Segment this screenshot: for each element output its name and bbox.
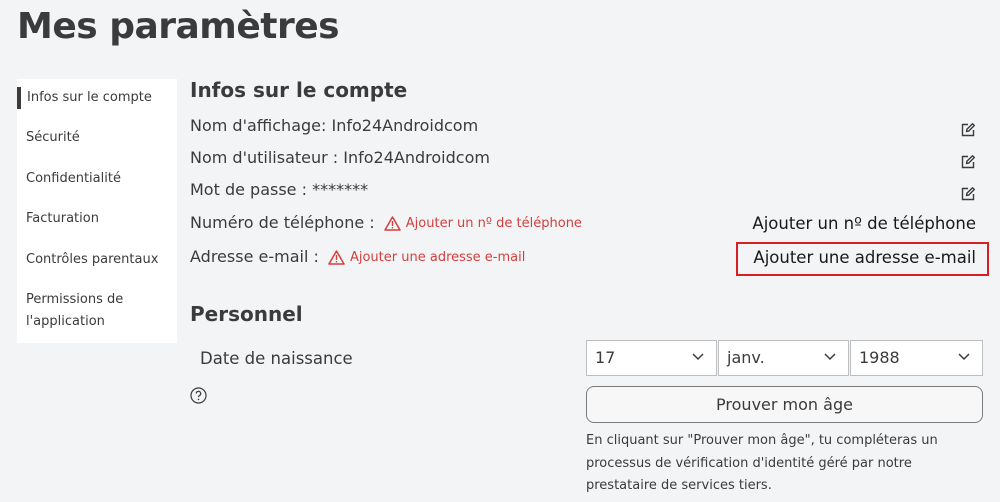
email-warning-text: Ajouter une adresse e-mail (349, 250, 526, 265)
birthdate-label: Date de naissance (200, 349, 353, 368)
password-label: Mot de passe : ******* (190, 180, 369, 199)
birth-year-value: 1988 (859, 348, 900, 367)
sidebar-item-security[interactable]: Sécurité (17, 127, 177, 149)
help-icon[interactable] (190, 387, 207, 404)
edit-username-icon[interactable] (960, 154, 976, 170)
prove-age-button[interactable]: Prouver mon âge (586, 386, 983, 423)
birth-month-select[interactable]: janv. (718, 340, 849, 376)
display-name-label: Nom d'affichage: Info24Androidcom (190, 116, 479, 135)
birth-month-value: janv. (727, 348, 765, 367)
birth-day-select[interactable]: 17 (586, 340, 717, 376)
add-phone-button[interactable]: Ajouter un nº de téléphone (752, 214, 976, 233)
edit-display-name-icon[interactable] (960, 122, 976, 138)
warning-icon (328, 250, 345, 265)
phone-label: Numéro de téléphone : (190, 213, 375, 232)
email-row: Adresse e-mail : Ajouter une adresse e-m… (190, 247, 525, 266)
phone-warning-text: Ajouter un nº de téléphone (405, 216, 582, 231)
personal-heading: Personnel (190, 302, 303, 326)
sidebar-item-parental-controls[interactable]: Contrôles parentaux (17, 249, 177, 271)
add-email-button[interactable]: Ajouter une adresse e-mail (753, 248, 976, 267)
settings-sidebar: Infos sur le compte Sécurité Confidentia… (17, 79, 177, 343)
chevron-down-icon (958, 353, 970, 361)
sidebar-item-billing[interactable]: Facturation (17, 208, 177, 230)
account-info-heading: Infos sur le compte (190, 78, 408, 102)
birth-day-value: 17 (595, 348, 616, 367)
sidebar-item-account-info[interactable]: Infos sur le compte (17, 87, 177, 109)
email-label: Adresse e-mail : (190, 247, 319, 266)
warning-icon (384, 216, 401, 231)
phone-row: Numéro de téléphone : Ajouter un nº de t… (190, 213, 582, 232)
sidebar-item-privacy[interactable]: Confidentialité (17, 168, 177, 190)
phone-warning: Ajouter un nº de téléphone (384, 216, 582, 231)
username-label: Nom d'utilisateur : Info24Androidcom (190, 148, 490, 167)
email-warning: Ajouter une adresse e-mail (328, 250, 525, 265)
edit-password-icon[interactable] (960, 186, 976, 202)
sidebar-item-app-permissions[interactable]: Permissions de l'application (17, 289, 167, 333)
page-title: Mes paramètres (17, 6, 340, 47)
chevron-down-icon (824, 353, 836, 361)
age-verification-note: En cliquant sur "Prouver mon âge", tu co… (586, 433, 938, 493)
birth-year-select[interactable]: 1988 (850, 340, 983, 376)
chevron-down-icon (692, 353, 704, 361)
